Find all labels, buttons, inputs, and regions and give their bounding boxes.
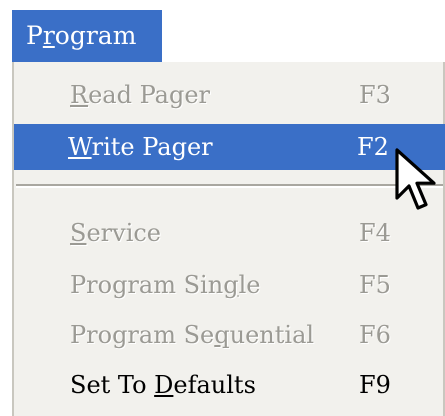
menu-item-write-pager[interactable]: Write Pager F2 bbox=[14, 124, 445, 170]
label-mnemonic: D bbox=[154, 371, 174, 399]
label-suffix: rite Pager bbox=[91, 133, 213, 161]
menu-item-label: Read Pager bbox=[70, 72, 210, 118]
program-menu-title[interactable]: Program bbox=[12, 10, 162, 62]
label-mnemonic: q bbox=[214, 321, 230, 349]
label-suffix: le bbox=[238, 271, 261, 299]
menu-item-read-pager[interactable]: Read Pager F3 bbox=[16, 72, 416, 118]
menu-item-label: Write Pager bbox=[68, 124, 213, 170]
menu-item-label: Service bbox=[70, 210, 161, 256]
menu-item-label: Program Sequential bbox=[70, 312, 314, 358]
menu-item-program-single[interactable]: Program Single F5 bbox=[16, 262, 416, 308]
menu-item-shortcut: F6 bbox=[359, 321, 391, 349]
label-prefix: Program Se bbox=[70, 321, 215, 349]
label-suffix: efaults bbox=[173, 371, 256, 399]
menu-item-set-to-defaults[interactable]: Set To Defaults F9 bbox=[16, 362, 416, 408]
menu-item-shortcut: F3 bbox=[359, 81, 391, 109]
screenshot-stage: Program Read Pager F3 Write Pager F2 Ser… bbox=[0, 0, 445, 416]
label-suffix: uential bbox=[229, 321, 315, 349]
menu-separator bbox=[16, 184, 443, 188]
label-mnemonic: g bbox=[223, 271, 239, 299]
label-mnemonic: R bbox=[70, 81, 89, 109]
menu-item-label: Set To Defaults bbox=[70, 362, 256, 408]
menu-item-program-sequential[interactable]: Program Sequential F6 bbox=[16, 312, 416, 358]
label-mnemonic: S bbox=[70, 219, 87, 247]
label-mnemonic: W bbox=[68, 133, 92, 161]
label-suffix: ervice bbox=[86, 219, 162, 247]
menu-item-shortcut: F5 bbox=[359, 271, 391, 299]
label-prefix: Set To bbox=[70, 371, 155, 399]
menu-item-label: Program Single bbox=[70, 262, 260, 308]
menu-item-service[interactable]: Service F4 bbox=[16, 210, 416, 256]
menu-title-first: P bbox=[26, 21, 43, 50]
menu-title-mnemonic: r bbox=[42, 21, 55, 50]
label-prefix: Program Sin bbox=[70, 271, 224, 299]
program-dropdown-menu: Read Pager F3 Write Pager F2 Service F4 … bbox=[12, 62, 445, 416]
label-suffix: ead Pager bbox=[88, 81, 210, 109]
mouse-pointer-arrow-icon bbox=[395, 148, 436, 210]
menu-item-shortcut: F4 bbox=[359, 219, 391, 247]
menu-item-shortcut: F9 bbox=[359, 371, 391, 399]
menu-title-rest: ogram bbox=[54, 21, 137, 50]
menu-item-shortcut: F2 bbox=[357, 133, 389, 161]
